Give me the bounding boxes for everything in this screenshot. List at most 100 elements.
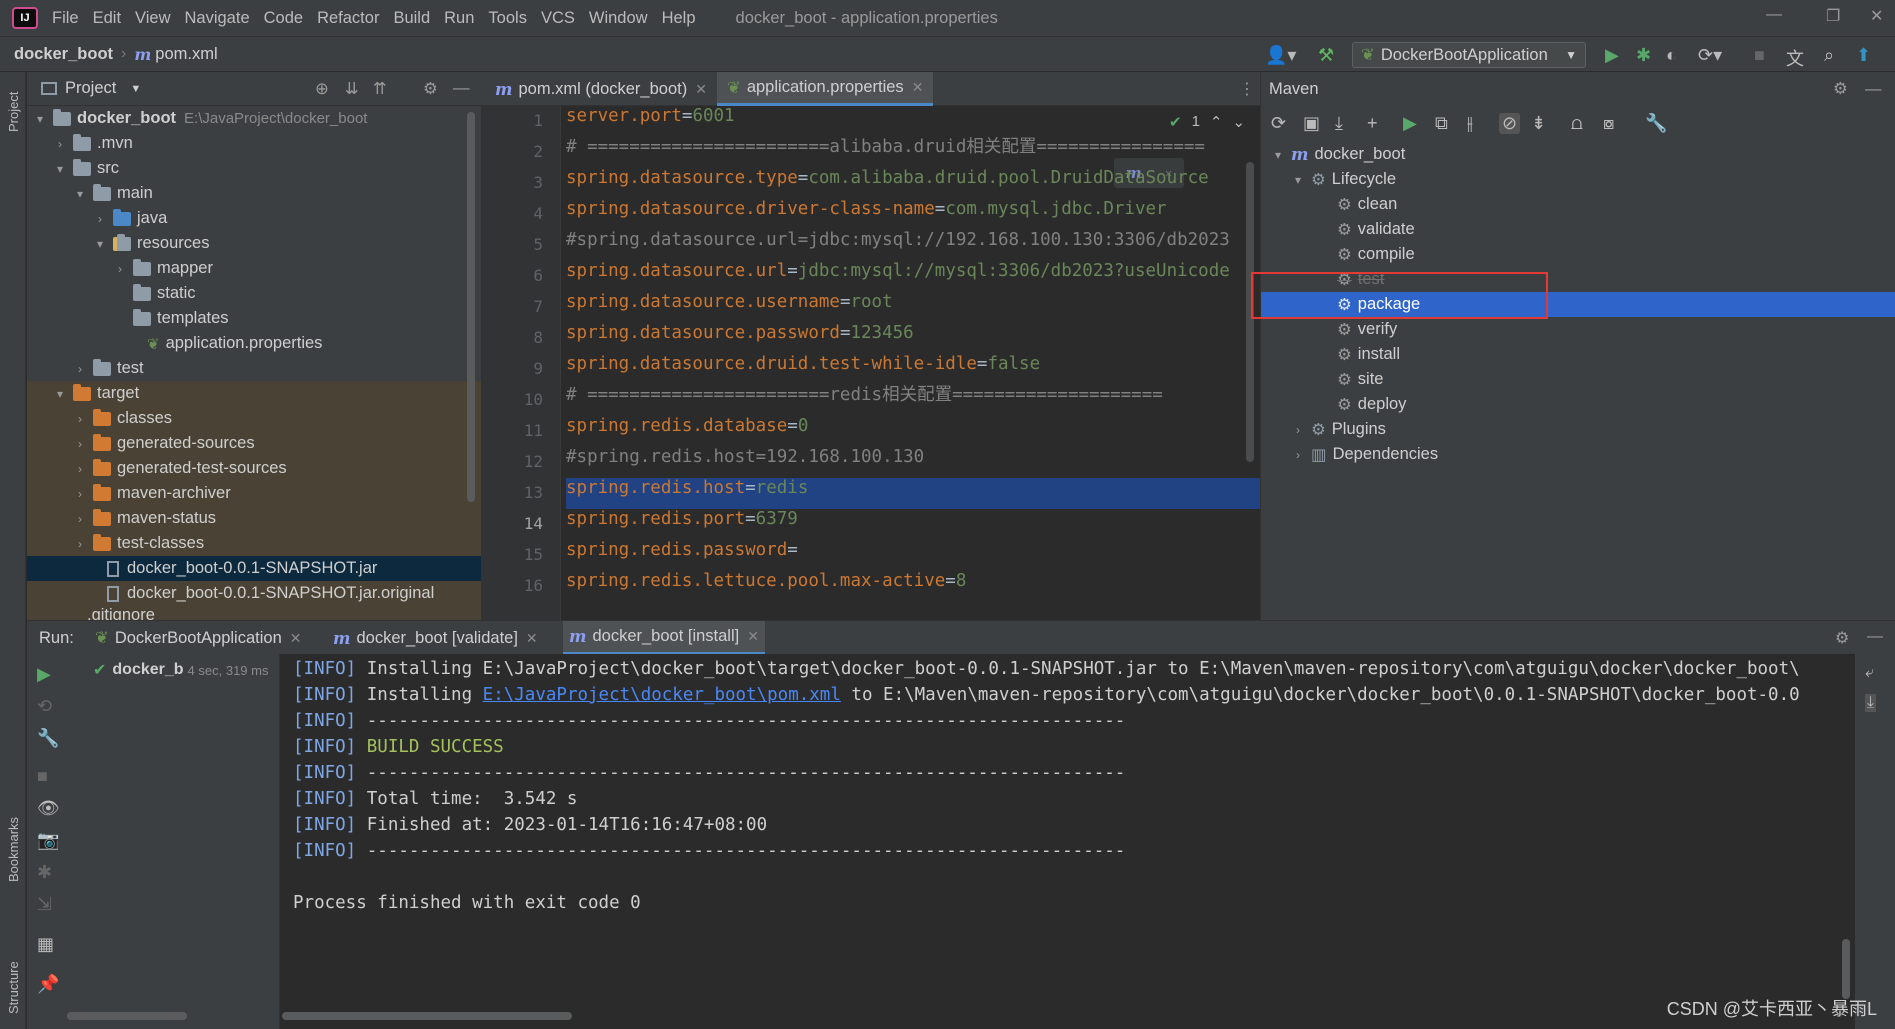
tree-item-classes[interactable]: › classes <box>73 406 172 431</box>
menu-build[interactable]: Build <box>393 9 430 28</box>
tree-item-static[interactable]: static <box>133 281 196 306</box>
tree-item-resources[interactable]: ▾ resources <box>93 231 209 256</box>
run-maven-icon[interactable]: ▶ <box>1403 113 1417 134</box>
console-h-scrollbar[interactable] <box>282 1012 572 1020</box>
gear-icon[interactable]: ⚙ <box>1835 628 1849 648</box>
collapse-all-icon[interactable]: ⇟ <box>1531 113 1546 134</box>
maven-phase-validate[interactable]: ⚙ validate <box>1337 217 1415 242</box>
pin-icon[interactable]: 📌 <box>37 974 59 995</box>
tree-item-src[interactable]: ▾ src <box>53 156 119 181</box>
chevron-down-icon[interactable]: ▼ <box>130 83 141 95</box>
scroll-to-end-icon[interactable]: ⤓ <box>1865 694 1877 712</box>
menu-code[interactable]: Code <box>264 9 303 28</box>
maven-phase-deploy[interactable]: ⚙ deploy <box>1337 392 1406 417</box>
locate-icon[interactable]: ⊕ <box>315 79 329 99</box>
skip-tests-icon[interactable]: ⊘ <box>1499 112 1521 134</box>
hide-icon[interactable]: — <box>1865 80 1882 99</box>
menu-help[interactable]: Help <box>662 9 696 28</box>
show-dependencies-icon[interactable]: ⩍ <box>1571 113 1583 134</box>
chevron-down-icon[interactable]: ⌄ <box>1233 113 1246 131</box>
tree-item-main[interactable]: ▾ main <box>73 181 153 206</box>
maven-phase-clean[interactable]: ⚙ clean <box>1337 192 1397 217</box>
close-window-icon[interactable]: ✕ <box>1870 6 1883 26</box>
tab-application-properties[interactable]: ❦ application.properties ✕ <box>717 72 934 106</box>
menu-navigate[interactable]: Navigate <box>185 9 250 28</box>
bookmarks-tool-tab[interactable]: Bookmarks <box>6 817 21 882</box>
run-icon[interactable]: ▶ <box>1605 45 1619 66</box>
maven-phase-compile[interactable]: ⚙ compile <box>1337 242 1415 267</box>
run-tab-dockerbootapplication[interactable]: ❦ DockerBootApplication ✕ <box>89 621 308 655</box>
tree-item-java[interactable]: › java <box>93 206 167 231</box>
generate-sources-icon[interactable]: ▣ <box>1303 113 1320 134</box>
tree-item-target[interactable]: ▾ target <box>53 381 139 406</box>
run-tab-install[interactable]: m docker_boot [install] ✕ <box>563 621 765 655</box>
project-scrollbar[interactable] <box>467 112 475 502</box>
maven-phase-install[interactable]: ⚙ install <box>1337 342 1400 367</box>
eye-icon[interactable]: 👁 <box>37 798 60 819</box>
menu-refactor[interactable]: Refactor <box>317 9 379 28</box>
toggle-offline-icon[interactable]: ⫲ <box>1467 113 1473 134</box>
close-icon[interactable]: ✕ <box>526 630 538 647</box>
add-icon[interactable]: + <box>1367 113 1378 134</box>
export-icon[interactable]: ⇲ <box>37 894 52 915</box>
tree-item-generated-test-sources[interactable]: › generated-test-sources <box>73 456 287 481</box>
expand-all-icon[interactable]: ⇊ <box>345 79 359 99</box>
run-tab-validate[interactable]: m docker_boot [validate] ✕ <box>327 621 544 655</box>
breadcrumb-file[interactable]: pom.xml <box>155 45 217 64</box>
profile-icon[interactable]: ⟳▾ <box>1698 45 1722 66</box>
tree-item-gitignore[interactable]: .gitignore <box>87 606 155 620</box>
menu-view[interactable]: View <box>135 9 170 28</box>
debug-icon[interactable]: ✱ <box>1636 45 1651 66</box>
tree-item-jar[interactable]: docker_boot-0.0.1-SNAPSHOT.jar <box>107 556 377 581</box>
rerun-icon[interactable]: ▶ <box>37 664 51 685</box>
tree-item-maven-status[interactable]: › maven-status <box>73 506 216 531</box>
run-tree-scrollbar[interactable] <box>67 1012 187 1020</box>
execute-goal-icon[interactable]: ⧉ <box>1435 113 1448 134</box>
rerun-failed-icon[interactable]: ⟲ <box>37 696 52 717</box>
user-icon[interactable]: 👤▾ <box>1265 45 1296 66</box>
gear-icon[interactable]: ⚙ <box>1833 79 1848 99</box>
menu-tools[interactable]: Tools <box>488 9 527 28</box>
maven-root[interactable]: ▾ m docker_boot <box>1271 142 1405 167</box>
chevron-up-icon[interactable]: ⌃ <box>1210 113 1223 131</box>
wrench-icon[interactable]: 🔧 <box>37 728 59 749</box>
more-tabs-icon[interactable]: ⋮ <box>1239 79 1255 99</box>
minimize-icon[interactable]: — <box>1766 6 1782 24</box>
restore-icon[interactable]: ❐ <box>1826 6 1840 26</box>
maven-phase-verify[interactable]: ⚙ verify <box>1337 317 1397 342</box>
download-icon[interactable]: ⤓ <box>1335 113 1343 134</box>
tree-item-jar-original[interactable]: docker_boot-0.0.1-SNAPSHOT.jar.original <box>107 581 434 606</box>
breadcrumb-project[interactable]: docker_boot <box>14 45 113 64</box>
gear-icon[interactable]: ⚙ <box>423 79 438 99</box>
update-icon[interactable]: ⬆ <box>1856 45 1871 66</box>
hide-icon[interactable]: — <box>1867 628 1883 646</box>
translate-icon[interactable]: 文 <box>1786 45 1804 71</box>
maven-phase-site[interactable]: ⚙ site <box>1337 367 1383 392</box>
stop-icon[interactable]: ■ <box>1754 45 1765 66</box>
tree-item-application-properties[interactable]: ❦ application.properties <box>147 331 322 356</box>
tree-item-mvn[interactable]: › .mvn <box>53 131 133 156</box>
structure-tool-tab[interactable]: Structure <box>6 961 21 1014</box>
build-hammer-icon[interactable]: ⚒ <box>1318 45 1334 66</box>
close-icon[interactable]: ✕ <box>912 79 924 96</box>
soft-wrap-icon[interactable]: ⤶ <box>1865 664 1874 682</box>
tree-item-maven-archiver[interactable]: › maven-archiver <box>73 481 231 506</box>
menu-file[interactable]: File <box>52 9 79 28</box>
console-v-scrollbar[interactable] <box>1842 939 1850 999</box>
maven-lifecycle[interactable]: ▾ ⚙ Lifecycle <box>1291 167 1396 192</box>
maven-dependencies[interactable]: › ▥ Dependencies <box>1291 442 1438 467</box>
code-editor[interactable]: ✔ 1 ⌃ ⌄ m ✕ server.port=6001 # ==========… <box>562 106 1260 620</box>
coverage-icon[interactable]: ◐ <box>1666 45 1677 66</box>
layout-icon[interactable]: ▦ <box>37 934 54 955</box>
search-icon[interactable]: ⌕ <box>1824 45 1834 66</box>
tree-root[interactable]: ▾ docker_boot E:\JavaProject\docker_boot <box>33 106 367 131</box>
console-output[interactable]: [INFO] Installing E:\JavaProject\docker_… <box>280 654 1855 1029</box>
tree-item-templates[interactable]: templates <box>133 306 229 331</box>
menu-run[interactable]: Run <box>444 9 474 28</box>
tab-pom-xml[interactable]: m pom.xml (docker_boot) ✕ <box>485 72 717 106</box>
menu-edit[interactable]: Edit <box>93 9 121 28</box>
close-icon[interactable]: ✕ <box>747 628 759 645</box>
close-icon[interactable]: ✕ <box>290 630 302 647</box>
run-configuration-select[interactable]: ❦ DockerBootApplication ▼ <box>1352 42 1586 68</box>
collapse-all-icon[interactable]: ⇈ <box>373 79 387 99</box>
